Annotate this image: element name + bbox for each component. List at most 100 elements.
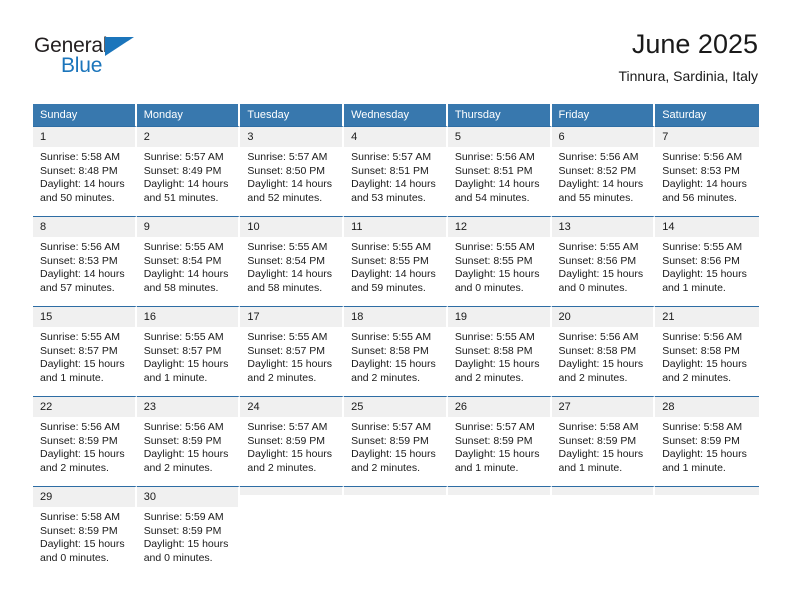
daylight-text: Daylight: 15 hours and 1 minute. — [454, 448, 540, 474]
calendar-day-cell-empty — [344, 486, 448, 570]
sunrise-text: Sunrise: 5:56 AM — [40, 421, 120, 433]
day-number: 18 — [344, 307, 446, 327]
calendar-day-cell[interactable]: 14 Sunrise: 5:55 AM Sunset: 8:56 PM Dayligh… — [655, 216, 759, 306]
sunrise-text: Sunrise: 5:58 AM — [662, 421, 743, 433]
sunset-text: Sunset: 8:59 PM — [558, 434, 637, 447]
day-info: Sunrise: 5:56 AM Sunset: 8:58 PM Daylight:… — [552, 327, 654, 385]
day-info: Sunrise: 5:57 AM Sunset: 8:50 PM Daylight:… — [240, 147, 342, 205]
calendar-day-cell[interactable]: 10 Sunrise: 5:55 AM Sunset: 8:54 PM Dayligh… — [240, 216, 345, 306]
calendar-table: Sunday Monday Tuesday Wednesday Thursday… — [33, 104, 759, 570]
day-info: Sunrise: 5:55 AM Sunset: 8:57 PM Daylight:… — [240, 327, 342, 385]
day-number: 12 — [447, 217, 550, 237]
weekday-header-sunday: Sunday — [33, 104, 137, 126]
calendar-day-cell[interactable]: 28 Sunrise: 5:58 AM Sunset: 8:59 PM Dayligh… — [655, 396, 759, 486]
calendar-day-cell[interactable]: 22 Sunrise: 5:56 AM Sunset: 8:59 PM Dayligh… — [33, 396, 137, 486]
page-title: June 2025 — [631, 29, 758, 59]
calendar-day-cell[interactable]: 24 Sunrise: 5:57 AM Sunset: 8:59 PM Dayligh… — [240, 396, 345, 486]
calendar-week-row: 15 Sunrise: 5:55 AM Sunset: 8:57 PM Dayligh… — [33, 306, 759, 396]
calendar-day-cell[interactable]: 6 Sunrise: 5:56 AM Sunset: 8:52 PM Daylight… — [551, 126, 656, 216]
calendar-day-cell[interactable]: 4 Sunrise: 5:57 AM Sunset: 8:51 PM Daylight… — [344, 126, 448, 216]
day-info: Sunrise: 5:58 AM Sunset: 8:59 PM Daylight:… — [33, 507, 135, 565]
calendar-day-cell[interactable]: 3 Sunrise: 5:57 AM Sunset: 8:50 PM Daylight… — [240, 126, 345, 216]
day-number: 8 — [33, 217, 135, 237]
daylight-text: Daylight: 15 hours and 2 minutes. — [454, 358, 540, 384]
calendar-day-cell[interactable]: 13 Sunrise: 5:55 AM Sunset: 8:56 PM Dayligh… — [551, 216, 656, 306]
day-info: Sunrise: 5:55 AM Sunset: 8:55 PM Daylight:… — [448, 237, 550, 295]
sunset-text: Sunset: 8:54 PM — [247, 254, 326, 267]
calendar-day-cell[interactable]: 15 Sunrise: 5:55 AM Sunset: 8:57 PM Dayligh… — [33, 306, 137, 396]
weekday-header-row: Sunday Monday Tuesday Wednesday Thursday… — [33, 104, 759, 126]
day-info: Sunrise: 5:57 AM Sunset: 8:59 PM Daylight:… — [240, 417, 342, 475]
day-number: 2 — [136, 127, 239, 147]
sunset-text: Sunset: 8:58 PM — [454, 344, 533, 357]
calendar-day-cell[interactable]: 27 Sunrise: 5:58 AM Sunset: 8:59 PM Dayligh… — [551, 396, 656, 486]
sunrise-text: Sunrise: 5:55 AM — [662, 241, 743, 253]
calendar-day-cell[interactable]: 5 Sunrise: 5:56 AM Sunset: 8:51 PM Daylight… — [447, 126, 552, 216]
day-info: Sunrise: 5:59 AM Sunset: 8:59 PM Daylight:… — [137, 507, 239, 565]
calendar-day-cell[interactable]: 12 Sunrise: 5:55 AM Sunset: 8:55 PM Dayligh… — [447, 216, 552, 306]
sunrise-text: Sunrise: 5:58 AM — [40, 511, 120, 523]
day-number: 21 — [655, 307, 759, 327]
sunrise-text: Sunrise: 5:57 AM — [351, 421, 432, 433]
sunset-text: Sunset: 8:58 PM — [558, 344, 637, 357]
sunset-text: Sunset: 8:58 PM — [351, 344, 429, 357]
calendar-day-cell[interactable]: 23 Sunrise: 5:56 AM Sunset: 8:59 PM Dayligh… — [136, 396, 241, 486]
day-number: 27 — [551, 397, 654, 417]
calendar-day-cell[interactable]: 20 Sunrise: 5:56 AM Sunset: 8:58 PM Dayligh… — [551, 306, 656, 396]
day-info: Sunrise: 5:56 AM Sunset: 8:59 PM Daylight:… — [33, 417, 135, 475]
calendar-body: 1 Sunrise: 5:58 AM Sunset: 8:48 PM Daylight… — [33, 126, 759, 570]
calendar-day-cell[interactable]: 11 Sunrise: 5:55 AM Sunset: 8:55 PM Dayligh… — [344, 216, 448, 306]
calendar-day-cell[interactable]: 26 Sunrise: 5:57 AM Sunset: 8:59 PM Dayligh… — [447, 396, 552, 486]
day-number: 22 — [33, 397, 135, 417]
sunset-text: Sunset: 8:50 PM — [247, 164, 326, 177]
daylight-text: Daylight: 15 hours and 1 minute. — [662, 268, 747, 294]
daylight-text: Daylight: 15 hours and 1 minute. — [662, 448, 747, 474]
daylight-text: Daylight: 14 hours and 56 minutes. — [662, 178, 747, 204]
sunset-text: Sunset: 8:57 PM — [247, 344, 326, 357]
sunrise-text: Sunrise: 5:55 AM — [247, 331, 328, 343]
day-info: Sunrise: 5:57 AM Sunset: 8:59 PM Daylight:… — [448, 417, 550, 475]
daylight-text: Daylight: 15 hours and 1 minute. — [40, 358, 125, 384]
day-info: Sunrise: 5:55 AM Sunset: 8:57 PM Daylight:… — [33, 327, 135, 385]
calendar-day-cell[interactable]: 19 Sunrise: 5:55 AM Sunset: 8:58 PM Dayligh… — [447, 306, 552, 396]
calendar-day-cell[interactable]: 17 Sunrise: 5:55 AM Sunset: 8:57 PM Dayligh… — [240, 306, 345, 396]
sunrise-text: Sunrise: 5:55 AM — [143, 331, 224, 343]
day-number: 14 — [655, 217, 759, 237]
daylight-text: Daylight: 15 hours and 2 minutes. — [247, 448, 333, 474]
calendar-day-cell[interactable]: 9 Sunrise: 5:55 AM Sunset: 8:54 PM Daylight… — [136, 216, 241, 306]
calendar-day-cell[interactable]: 7 Sunrise: 5:56 AM Sunset: 8:53 PM Daylight… — [655, 126, 759, 216]
daylight-text: Daylight: 15 hours and 2 minutes. — [40, 448, 125, 474]
calendar-day-cell[interactable]: 8 Sunrise: 5:56 AM Sunset: 8:53 PM Daylight… — [33, 216, 137, 306]
calendar-day-cell-empty — [447, 486, 552, 570]
day-info: Sunrise: 5:55 AM Sunset: 8:54 PM Daylight:… — [240, 237, 342, 295]
day-info: Sunrise: 5:58 AM Sunset: 8:48 PM Daylight:… — [33, 147, 135, 205]
sunset-text: Sunset: 8:59 PM — [143, 524, 222, 537]
sunrise-text: Sunrise: 5:56 AM — [662, 331, 743, 343]
day-info: Sunrise: 5:55 AM Sunset: 8:58 PM Daylight:… — [344, 327, 446, 385]
daylight-text: Daylight: 15 hours and 1 minute. — [558, 448, 644, 474]
day-number: 3 — [240, 127, 343, 147]
sunset-text: Sunset: 8:57 PM — [40, 344, 118, 357]
sunrise-text: Sunrise: 5:55 AM — [454, 331, 535, 343]
daylight-text: Daylight: 15 hours and 0 minutes. — [143, 538, 229, 564]
sunrise-text: Sunrise: 5:58 AM — [40, 151, 120, 163]
calendar-day-cell[interactable]: 21 Sunrise: 5:56 AM Sunset: 8:58 PM Dayligh… — [655, 306, 759, 396]
weekday-header-wednesday: Wednesday — [344, 104, 448, 126]
day-info: Sunrise: 5:56 AM Sunset: 8:51 PM Daylight:… — [448, 147, 550, 205]
calendar-day-cell[interactable]: 1 Sunrise: 5:58 AM Sunset: 8:48 PM Daylight… — [33, 126, 137, 216]
calendar-day-cell[interactable]: 2 Sunrise: 5:57 AM Sunset: 8:49 PM Daylight… — [136, 126, 241, 216]
calendar-day-cell[interactable]: 18 Sunrise: 5:55 AM Sunset: 8:58 PM Dayligh… — [344, 306, 448, 396]
sunrise-text: Sunrise: 5:56 AM — [558, 151, 639, 163]
day-info: Sunrise: 5:55 AM Sunset: 8:56 PM Daylight:… — [655, 237, 759, 295]
daylight-text: Daylight: 15 hours and 2 minutes. — [662, 358, 747, 384]
day-number — [655, 487, 759, 495]
calendar-day-cell[interactable]: 25 Sunrise: 5:57 AM Sunset: 8:59 PM Dayligh… — [344, 396, 448, 486]
daylight-text: Daylight: 15 hours and 2 minutes. — [558, 358, 644, 384]
brand-logo[interactable]: General Blue — [34, 34, 214, 86]
calendar-day-cell[interactable]: 30 Sunrise: 5:59 AM Sunset: 8:59 PM Dayligh… — [136, 486, 241, 570]
sunrise-text: Sunrise: 5:55 AM — [558, 241, 639, 253]
day-info: Sunrise: 5:56 AM Sunset: 8:53 PM Daylight:… — [33, 237, 135, 295]
calendar-day-cell[interactable]: 16 Sunrise: 5:55 AM Sunset: 8:57 PM Dayligh… — [136, 306, 241, 396]
day-number: 9 — [136, 217, 239, 237]
calendar-day-cell[interactable]: 29 Sunrise: 5:58 AM Sunset: 8:59 PM Dayligh… — [33, 486, 137, 570]
